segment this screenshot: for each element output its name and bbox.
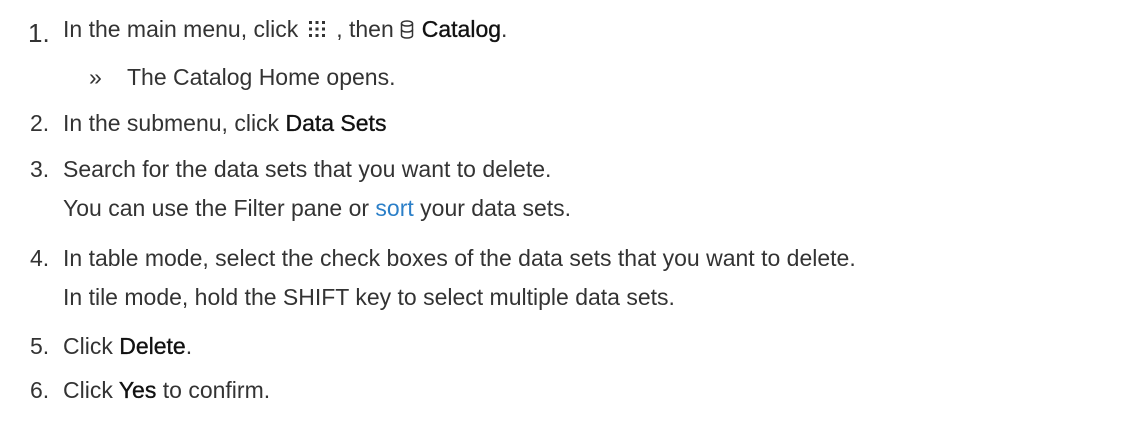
step-number: 6. — [30, 377, 50, 403]
procedure-steps: 1. In the main menu, click , then Catalo… — [0, 0, 1136, 421]
step-text: In the main menu, click — [63, 16, 299, 42]
step-4-text: In table mode, select the check boxes of… — [63, 245, 856, 271]
step-3-text: Search for the data sets that you want t… — [63, 156, 552, 182]
step-text: , then — [336, 16, 394, 42]
step-text: . — [185, 333, 193, 359]
yes-label: Yes — [118, 377, 157, 403]
step-number: 1. — [28, 18, 50, 48]
step-text: Click — [63, 333, 113, 359]
result-text: The Catalog Home opens. — [127, 64, 396, 90]
database-icon — [400, 17, 414, 45]
step-2-text: In the submenu, click Data Sets — [63, 109, 387, 137]
step-3-note: You can use the Filter pane or sort your… — [63, 194, 571, 222]
catalog-label: Catalog — [421, 16, 502, 42]
grid-icon — [308, 16, 326, 44]
data-sets-label: Data Sets — [285, 110, 387, 136]
step-text: In the submenu, click — [63, 110, 280, 136]
step-number: 3. — [30, 156, 50, 182]
delete-label: Delete — [119, 333, 186, 359]
step-1-result: » The Catalog Home opens. — [89, 63, 396, 91]
step-5-text: Click Delete. — [63, 332, 192, 360]
sort-link[interactable]: sort — [375, 195, 413, 221]
step-4-note: In tile mode, hold the SHIFT key to sele… — [63, 284, 675, 310]
note-text: You can use the Filter pane or — [63, 195, 370, 221]
step-number: 5. — [30, 333, 50, 359]
step-text: to confirm. — [162, 377, 271, 403]
note-text: your data sets. — [420, 195, 572, 221]
step-number: 4. — [30, 245, 50, 271]
step-text: . — [501, 16, 508, 42]
result-marker: » — [89, 64, 102, 90]
step-text: Click — [63, 377, 113, 403]
step-6-text: Click Yes to confirm. — [63, 376, 270, 404]
step-number: 2. — [30, 110, 50, 136]
step-1-text: In the main menu, click , then Catalog. — [63, 15, 507, 45]
